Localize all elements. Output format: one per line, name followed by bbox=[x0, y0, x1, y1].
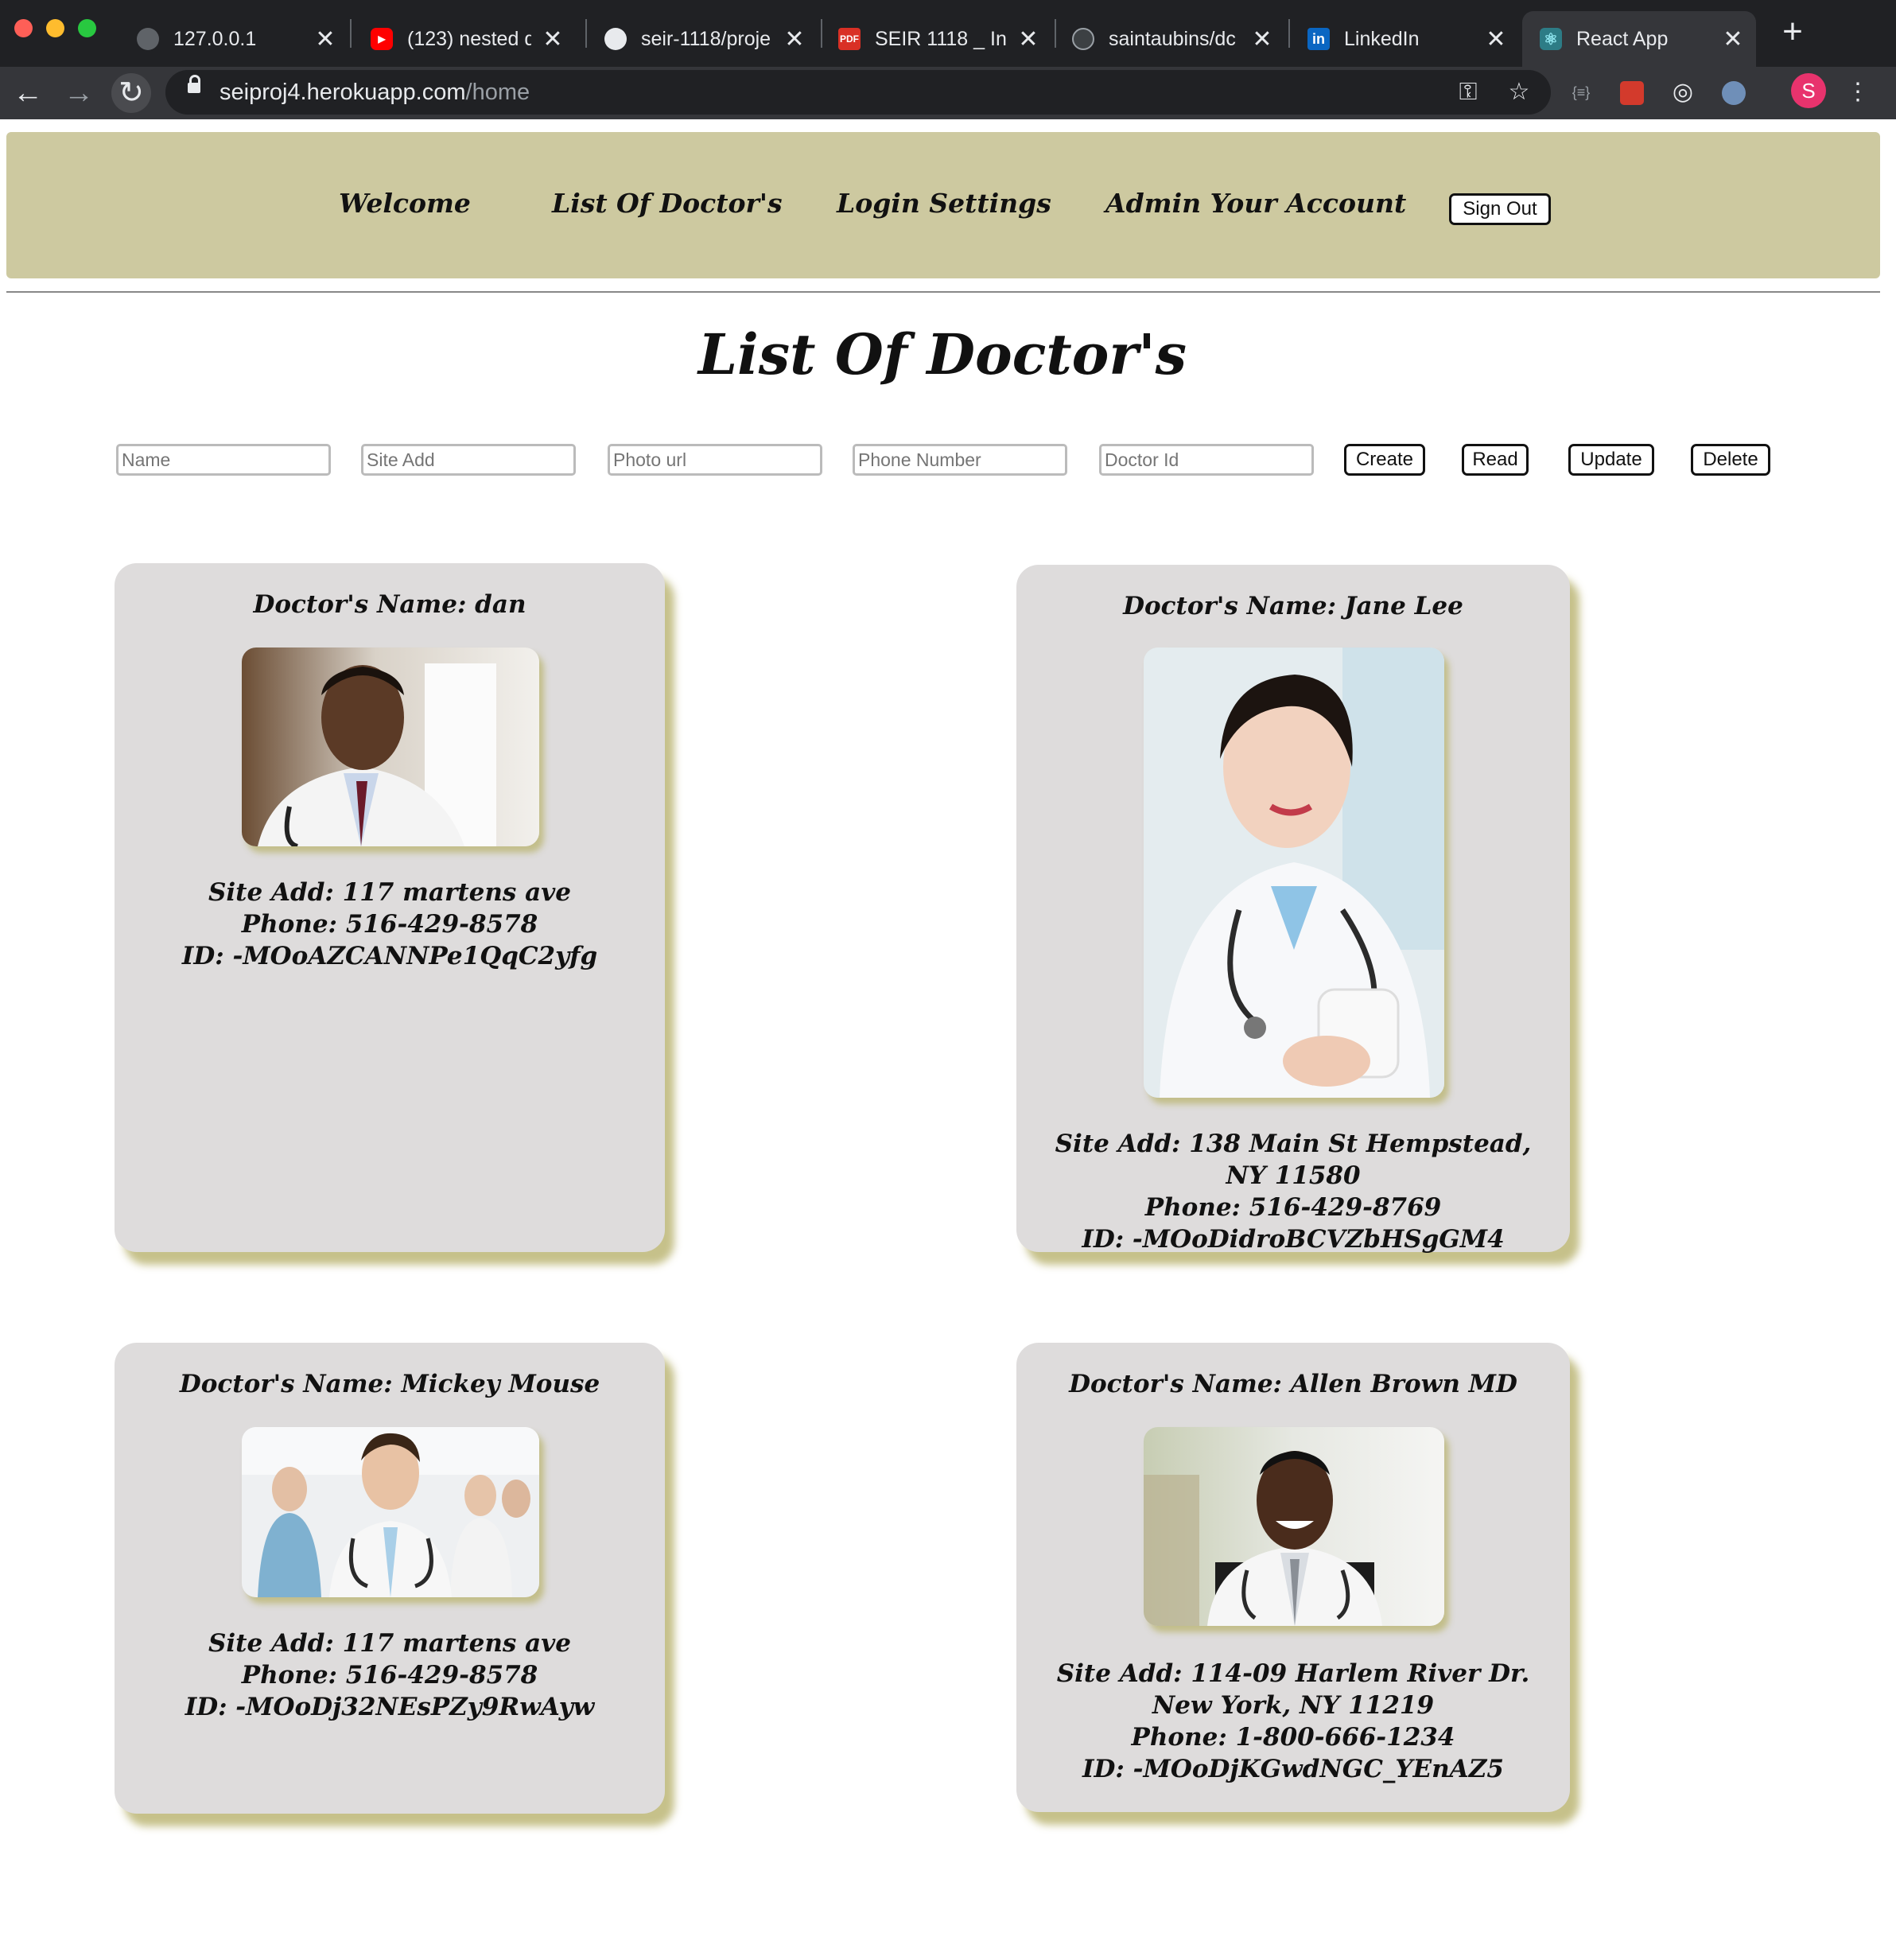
doctor-phone: Phone: 1-800-666-1234 bbox=[1131, 1723, 1455, 1752]
reload-icon[interactable]: ↻ bbox=[111, 73, 151, 113]
doctor-site-address: Site Add: 117 martens ave bbox=[208, 878, 571, 907]
browser-menu-icon[interactable]: ⋮ bbox=[1840, 75, 1875, 110]
doctor-card: Doctor's Name: Allen Brown MD Site Add: … bbox=[1016, 1343, 1570, 1812]
page-title: List Of Doctor's bbox=[697, 321, 1187, 387]
browser-tab-bar: 127.0.0.1 ✕ ▶ (123) nested d ✕ seir-1118… bbox=[0, 0, 1896, 67]
browser-tab[interactable]: in LinkedIn ✕ bbox=[1307, 11, 1516, 67]
github-icon bbox=[604, 28, 627, 50]
react-icon: ⚛ bbox=[1540, 28, 1562, 50]
doctor-photo bbox=[242, 1427, 539, 1597]
doctor-info: Site Add: 114-09 Harlem River Dr. New Yo… bbox=[1032, 1658, 1554, 1785]
doctor-name: Doctor's Name: dan bbox=[253, 590, 526, 619]
lock-icon[interactable] bbox=[188, 75, 200, 93]
extension-circle-icon[interactable] bbox=[1716, 75, 1751, 110]
nav-link-login-settings[interactable]: Login Settings bbox=[837, 188, 1051, 219]
doctor-card: Doctor's Name: dan Site Add: 117 martens… bbox=[115, 563, 665, 1252]
doctor-phone: Phone: 516-429-8769 bbox=[1144, 1193, 1442, 1222]
close-window-button[interactable] bbox=[14, 19, 33, 37]
divider bbox=[6, 291, 1880, 293]
sign-out-button[interactable]: Sign Out bbox=[1449, 193, 1551, 225]
site-address-input[interactable] bbox=[361, 444, 576, 476]
close-tab-icon[interactable]: ✕ bbox=[541, 25, 565, 53]
phone-number-input[interactable] bbox=[853, 444, 1067, 476]
linkedin-icon: in bbox=[1307, 28, 1330, 50]
close-tab-icon[interactable]: ✕ bbox=[1016, 25, 1040, 53]
back-icon[interactable]: ← bbox=[8, 73, 48, 113]
doctor-site-address: Site Add: 114-09 Harlem River Dr. New Yo… bbox=[1056, 1659, 1530, 1720]
nav-link-welcome[interactable]: Welcome bbox=[339, 188, 471, 219]
extension-react-devtools-icon[interactable] bbox=[1614, 75, 1649, 110]
key-icon[interactable]: ⚿ bbox=[1451, 75, 1486, 110]
close-tab-icon[interactable]: ✕ bbox=[783, 25, 806, 53]
browser-tab[interactable]: 127.0.0.1 ✕ bbox=[137, 11, 345, 67]
doctor-info: Site Add: 138 Main St Hempstead, NY 1158… bbox=[1032, 1128, 1554, 1255]
maximize-window-button[interactable] bbox=[78, 19, 96, 37]
doctor-id: ID: -MOoDidroBCVZbHSgGM4 bbox=[1082, 1225, 1505, 1254]
browser-tab[interactable]: PDF SEIR 1118 _ Int ✕ bbox=[838, 11, 1048, 67]
pdf-icon: PDF bbox=[838, 28, 861, 50]
github-icon bbox=[1072, 28, 1094, 50]
delete-button[interactable]: Delete bbox=[1691, 444, 1770, 476]
minimize-window-button[interactable] bbox=[46, 19, 64, 37]
doctor-id: ID: -MOoDjKGwdNGC_YEnAZ5 bbox=[1082, 1755, 1504, 1783]
profile-avatar[interactable]: S bbox=[1791, 73, 1826, 108]
doctor-info: Site Add: 117 martens ave Phone: 516-429… bbox=[130, 1628, 649, 1723]
globe-icon bbox=[137, 28, 159, 50]
create-button[interactable]: Create bbox=[1344, 444, 1425, 476]
doctor-phone: Phone: 516-429-8578 bbox=[241, 910, 538, 939]
doctor-photo bbox=[1144, 648, 1444, 1098]
bookmark-star-icon[interactable]: ☆ bbox=[1502, 75, 1537, 110]
nav-link-list-of-doctors[interactable]: List Of Doctor's bbox=[552, 188, 783, 219]
forward-icon[interactable]: → bbox=[59, 73, 99, 113]
doctor-id-input[interactable] bbox=[1099, 444, 1314, 476]
doctor-id: ID: -MOoAZCANNPe1QqC2yfg bbox=[181, 942, 598, 970]
update-button[interactable]: Update bbox=[1568, 444, 1654, 476]
close-tab-icon[interactable]: ✕ bbox=[1250, 25, 1274, 53]
doctor-name: Doctor's Name: Mickey Mouse bbox=[179, 1370, 600, 1398]
doctor-name: Doctor's Name: Allen Brown MD bbox=[1069, 1370, 1517, 1398]
doctor-info: Site Add: 117 martens ave Phone: 516-429… bbox=[130, 877, 649, 972]
browser-tab[interactable]: ▶ (123) nested d ✕ bbox=[371, 11, 573, 67]
doctor-id: ID: -MOoDj32NEsPZy9RwAyw bbox=[185, 1693, 595, 1721]
new-tab-button[interactable]: + bbox=[1775, 14, 1810, 49]
browser-tab-active[interactable]: ⚛ React App ✕ bbox=[1522, 11, 1756, 67]
nav-link-admin-account[interactable]: Admin Your Account bbox=[1105, 188, 1406, 219]
doctor-card: Doctor's Name: Jane Lee Site Add: 138 Ma… bbox=[1016, 565, 1570, 1255]
read-button[interactable]: Read bbox=[1462, 444, 1529, 476]
doctor-site-address: Site Add: 117 martens ave bbox=[208, 1629, 571, 1658]
name-input[interactable] bbox=[116, 444, 331, 476]
extension-target-icon[interactable]: ◎ bbox=[1665, 75, 1700, 110]
doctor-photo bbox=[1144, 1427, 1444, 1626]
doctor-name: Doctor's Name: Jane Lee bbox=[1123, 592, 1463, 620]
photo-url-input[interactable] bbox=[608, 444, 822, 476]
browser-tab[interactable]: saintaubins/dc ✕ bbox=[1072, 11, 1282, 67]
doctor-phone: Phone: 516-429-8578 bbox=[241, 1661, 538, 1690]
doctor-site-address: Site Add: 138 Main St Hempstead, NY 1158… bbox=[1055, 1130, 1532, 1190]
browser-tab[interactable]: seir-1118/proje ✕ bbox=[604, 11, 814, 67]
close-tab-icon[interactable]: ✕ bbox=[1484, 25, 1508, 53]
doctor-card: Doctor's Name: Mickey Mouse Site Add: 11… bbox=[115, 1343, 665, 1814]
youtube-icon: ▶ bbox=[371, 28, 393, 50]
address-url[interactable]: seiproj4.herokuapp.com/home bbox=[220, 75, 530, 110]
doctor-photo bbox=[242, 648, 539, 846]
extension-json-icon[interactable]: {≡} bbox=[1564, 75, 1599, 110]
close-tab-icon[interactable]: ✕ bbox=[1721, 25, 1745, 53]
close-tab-icon[interactable]: ✕ bbox=[313, 25, 337, 53]
